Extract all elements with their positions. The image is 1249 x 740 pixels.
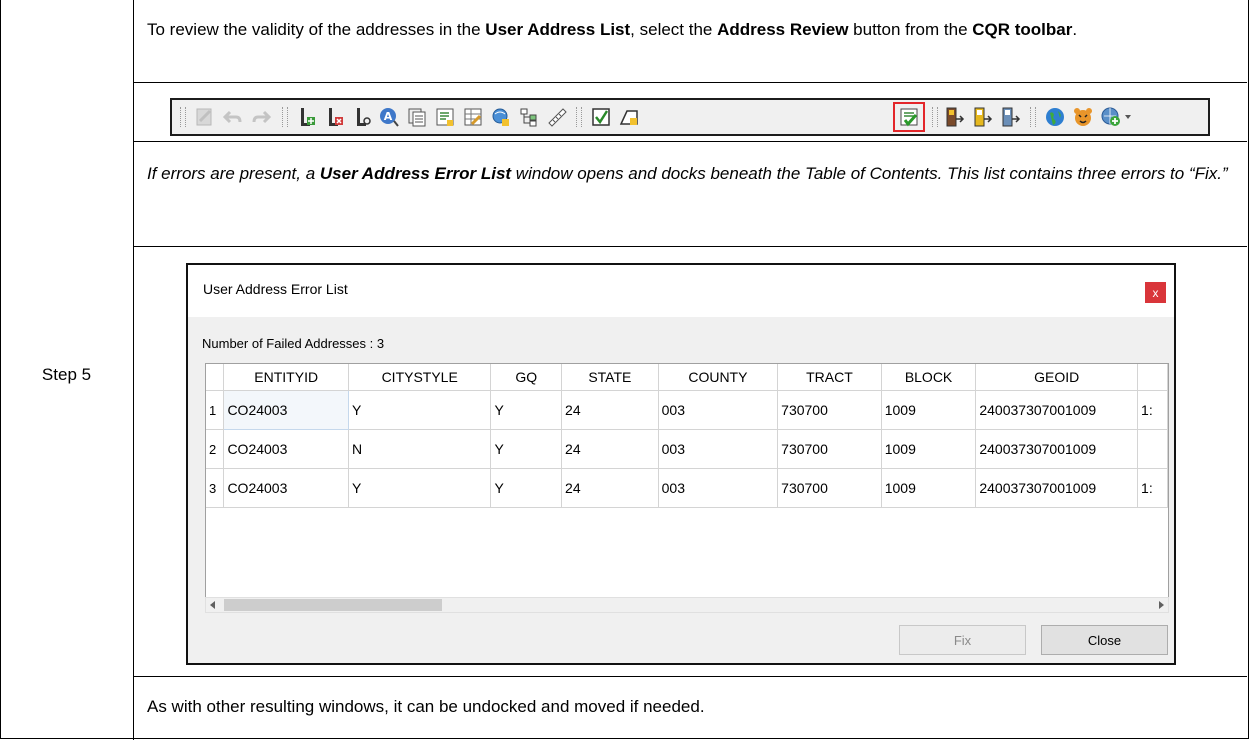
measure-icon[interactable] — [546, 106, 568, 128]
toolbar-grip[interactable] — [576, 107, 582, 127]
intro-row: To review the validity of the addresses … — [134, 0, 1247, 83]
column-header[interactable]: GEOID — [975, 364, 1139, 391]
note-row: If errors are present, a User Address Er… — [134, 142, 1247, 247]
table-cell[interactable]: 24 — [561, 390, 659, 430]
scroll-right-icon[interactable] — [1159, 601, 1164, 609]
table-cell[interactable] — [1137, 429, 1168, 469]
undo-icon — [222, 110, 242, 124]
cqr-toolbar: A — [170, 98, 1210, 136]
dialog-body: Number of Failed Addresses : 3 ENTITYID … — [188, 317, 1174, 663]
footer-row: As with other resulting windows, it can … — [134, 677, 1247, 738]
svg-text:A: A — [384, 110, 393, 123]
failed-count-label: Number of Failed Addresses : 3 — [202, 336, 385, 351]
table-header-row: ENTITYID CITYSTYLE GQ STATE COUNTY TRACT… — [206, 364, 1168, 391]
column-header[interactable]: TRACT — [777, 364, 882, 391]
table-cell[interactable]: 1: — [1137, 468, 1168, 508]
table-cell[interactable]: 730700 — [777, 468, 882, 508]
table-cell[interactable]: 24 — [561, 429, 659, 469]
add-address-icon[interactable] — [296, 106, 318, 128]
table-row[interactable]: 1 CO24003 Y Y 24 003 730700 1009 2400373… — [206, 390, 1168, 430]
toolbar-grip[interactable] — [932, 107, 938, 127]
error-table[interactable]: ENTITYID CITYSTYLE GQ STATE COUNTY TRACT… — [205, 363, 1169, 599]
dialog-row: User Address Error List x Number of Fail… — [134, 247, 1247, 677]
table-edit-icon[interactable] — [462, 106, 484, 128]
table-row[interactable]: 2 CO24003 N Y 24 003 730700 1009 2400373… — [206, 429, 1168, 469]
toolbar-grip[interactable] — [180, 107, 186, 127]
table-cell[interactable]: 730700 — [777, 390, 882, 430]
column-header[interactable]: ENTITYID — [223, 364, 349, 391]
delete-address-icon[interactable] — [324, 106, 346, 128]
row-number[interactable]: 1 — [206, 390, 225, 430]
table-cell[interactable]: 24 — [561, 468, 659, 508]
polygon-edit-icon[interactable] — [618, 106, 640, 128]
check-icon[interactable] — [590, 106, 612, 128]
row-number[interactable]: 3 — [206, 468, 225, 508]
table-cell[interactable]: Y — [348, 468, 492, 508]
table-cell[interactable]: 1009 — [881, 468, 977, 508]
note-text: If errors are present, a User Address Er… — [147, 164, 1228, 183]
step-label: Step 5 — [41, 365, 92, 384]
add-layer-icon[interactable] — [1100, 106, 1122, 128]
column-header[interactable]: BLOCK — [881, 364, 977, 391]
footer-text: As with other resulting windows, it can … — [147, 697, 705, 716]
table-cell[interactable]: 240037307001009 — [975, 468, 1139, 508]
horizontal-scrollbar[interactable] — [205, 597, 1169, 613]
table-cell[interactable]: Y — [490, 429, 563, 469]
table-cell[interactable]: CO24003 — [223, 429, 349, 469]
column-header[interactable]: CITYSTYLE — [348, 364, 492, 391]
tiger-icon[interactable] — [1072, 106, 1094, 128]
dialog-title: User Address Error List — [203, 281, 348, 297]
export-1-icon[interactable] — [944, 106, 966, 128]
table-cell[interactable]: N — [348, 429, 492, 469]
list-icon[interactable] — [406, 106, 428, 128]
instructions-column: To review the validity of the addresses … — [134, 0, 1247, 738]
intro-text: To review the validity of the addresses … — [147, 20, 1078, 39]
row-number-header — [206, 364, 225, 391]
globe-icon[interactable] — [1044, 106, 1066, 128]
address-review-highlight — [893, 102, 925, 132]
fix-button[interactable]: Fix — [899, 625, 1026, 655]
export-2-icon[interactable] — [972, 106, 994, 128]
column-header-overflow — [1137, 364, 1168, 391]
scroll-left-icon[interactable] — [210, 601, 215, 609]
table-cell[interactable]: CO24003 — [223, 390, 349, 430]
table-cell[interactable]: 003 — [658, 468, 779, 508]
redo-icon — [252, 110, 272, 124]
table-cell[interactable]: 1009 — [881, 390, 977, 430]
close-button[interactable]: Close — [1041, 625, 1168, 655]
row-number[interactable]: 2 — [206, 429, 225, 469]
toolbar-grip[interactable] — [1030, 107, 1036, 127]
column-header[interactable]: STATE — [561, 364, 659, 391]
table-cell[interactable]: 240037307001009 — [975, 429, 1139, 469]
move-address-icon[interactable] — [352, 106, 374, 128]
user-address-error-list-window: User Address Error List x Number of Fail… — [186, 263, 1176, 665]
geocode-icon[interactable] — [490, 106, 512, 128]
table-cell[interactable]: 730700 — [777, 429, 882, 469]
tree-icon[interactable] — [518, 106, 540, 128]
table-cell[interactable]: CO24003 — [223, 468, 349, 508]
dialog-close-icon[interactable]: x — [1145, 282, 1166, 303]
table-row[interactable]: 3 CO24003 Y Y 24 003 730700 1009 2400373… — [206, 468, 1168, 508]
table-cell[interactable]: 1: — [1137, 390, 1168, 430]
edit-disabled-icon — [196, 108, 212, 126]
table-cell[interactable]: 003 — [658, 429, 779, 469]
export-3-icon[interactable] — [1000, 106, 1022, 128]
toolbar-row: A — [134, 83, 1247, 142]
table-cell[interactable]: Y — [490, 390, 563, 430]
column-header[interactable]: GQ — [490, 364, 563, 391]
table-cell[interactable]: 1009 — [881, 429, 977, 469]
toolbar-grip[interactable] — [282, 107, 288, 127]
list-star-icon[interactable] — [434, 106, 456, 128]
table-cell[interactable]: 240037307001009 — [975, 390, 1139, 430]
scrollbar-thumb[interactable] — [224, 599, 442, 611]
add-layer-dropdown-icon[interactable] — [1125, 115, 1131, 119]
address-query-icon[interactable]: A — [378, 106, 400, 128]
table-cell[interactable]: 003 — [658, 390, 779, 430]
table-cell[interactable]: Y — [490, 468, 563, 508]
column-header[interactable]: COUNTY — [658, 364, 779, 391]
table-cell[interactable]: Y — [348, 390, 492, 430]
